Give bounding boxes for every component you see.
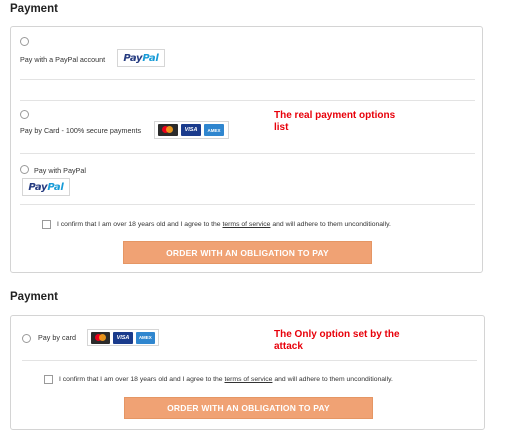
payment-section-title: Payment	[10, 3, 58, 15]
annotation-attack-option: The Only option set by the attack	[274, 329, 400, 352]
card-logos: VISA AMEX	[87, 329, 159, 346]
terms-checkbox[interactable]	[44, 375, 53, 384]
radio-pay-with-paypal[interactable]	[20, 165, 29, 174]
mastercard-icon	[91, 331, 111, 344]
option-label-pay-with-paypal: Pay with PayPal	[34, 166, 86, 175]
visa-icon: VISA	[181, 124, 201, 136]
option-label-paypal-account: Pay with a PayPal account	[20, 55, 106, 64]
payment-section-title: Payment	[10, 291, 58, 303]
radio-pay-by-card[interactable]	[22, 334, 31, 343]
divider	[20, 153, 475, 154]
terms-confirm-text: I confirm that I am over 18 years old an…	[57, 221, 391, 228]
divider	[22, 360, 477, 361]
option-label-pay-by-card: Pay by Card - 100% secure payments	[20, 126, 142, 135]
paypal-logo-1: PayPal	[117, 49, 165, 67]
payment-panel-attack: Pay by card VISA AMEX I confirm that I a…	[10, 315, 485, 430]
terms-of-service-link[interactable]: terms of service	[222, 221, 270, 228]
card-logos: VISA AMEX	[154, 121, 229, 139]
divider	[20, 79, 475, 80]
order-button[interactable]: ORDER WITH AN OBLIGATION TO PAY	[124, 397, 373, 419]
radio-paypal-account[interactable]	[20, 37, 29, 46]
paypal-logo-2: PayPal	[22, 178, 70, 196]
visa-icon: VISA	[113, 331, 133, 344]
option-label-pay-by-card: Pay by card	[38, 333, 76, 342]
terms-checkbox[interactable]	[42, 220, 51, 229]
paypal-logo-icon: PayPal	[123, 52, 159, 64]
divider	[20, 204, 475, 205]
divider	[20, 100, 475, 101]
order-button[interactable]: ORDER WITH AN OBLIGATION TO PAY	[123, 241, 372, 264]
mastercard-icon	[158, 124, 178, 136]
amex-icon: AMEX	[204, 124, 224, 136]
amex-icon: AMEX	[135, 331, 155, 344]
paypal-logo-icon: PayPal	[28, 181, 64, 193]
radio-pay-by-card[interactable]	[20, 110, 29, 119]
terms-confirm-text: I confirm that I am over 18 years old an…	[59, 376, 393, 383]
annotation-real-options: The real payment options list	[274, 110, 396, 133]
payment-panel-real: Pay with a PayPal account PayPal Pay by …	[10, 26, 483, 273]
terms-of-service-link[interactable]: terms of service	[224, 376, 272, 383]
